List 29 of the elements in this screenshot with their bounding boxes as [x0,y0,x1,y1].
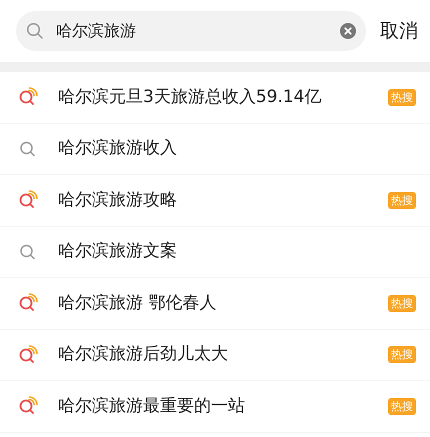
suggestion-text: 哈尔滨旅游最重要的一站 [58,394,246,418]
suggestion-item[interactable]: 哈尔滨元旦3天旅游总收入59.14亿 热搜 [0,72,430,124]
clear-icon[interactable] [340,23,356,39]
hot-search-icon [18,190,38,210]
hot-search-icon [18,344,38,365]
suggestion-text: 哈尔滨旅游后劲儿太大 [58,343,229,366]
hot-badge: 热搜 [388,294,416,312]
suggestion-item[interactable]: 哈尔滨旅游后劲儿太大 热搜 [0,330,430,381]
hot-badge: 热搜 [388,88,416,106]
search-icon [26,22,44,40]
suggestion-text: 哈尔滨旅游文案 [58,240,178,263]
suggestion-text: 哈尔滨元旦3天旅游总收入59.14亿 [58,86,322,108]
suggestion-item[interactable]: 哈尔滨旅游 鄂伦春人 热搜 [0,278,430,330]
suggestion-text: 哈尔滨旅游收入 [58,137,178,160]
suggestion-item[interactable]: 哈尔滨旅游文案 [0,226,430,278]
suggestion-text: 哈尔滨旅游 鄂伦春人 [58,292,218,314]
suggestion-item[interactable]: 哈尔滨旅游攻略 热搜 [0,175,430,226]
hot-search-icon [18,396,38,416]
suggestion-item[interactable]: 哈尔滨旅游收入 [0,124,430,175]
cancel-button[interactable]: 取消 [380,16,418,46]
suggestion-text: 哈尔滨旅游攻略 [58,188,178,212]
hot-search-icon [18,293,38,314]
search-field[interactable]: 哈尔滨旅游 [16,11,366,51]
hot-search-icon [18,87,38,108]
hot-badge: 热搜 [388,192,416,209]
search-input[interactable]: 哈尔滨旅游 [56,19,328,43]
hot-badge: 热搜 [388,346,416,364]
suggestion-item[interactable]: 哈尔滨旅游最重要的一站 热搜 [0,381,430,432]
hot-badge: 热搜 [388,398,416,415]
